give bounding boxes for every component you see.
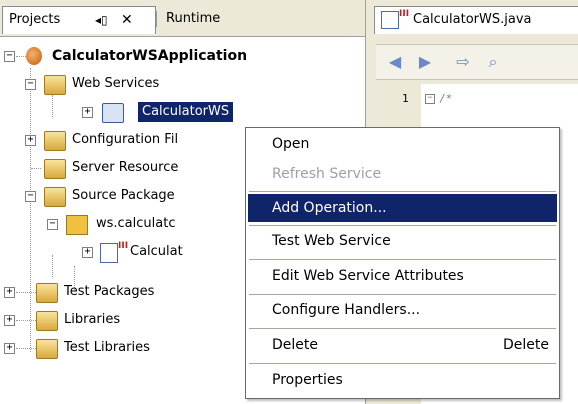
tree-line xyxy=(16,320,36,321)
tree-node-libraries[interactable]: + Libraries xyxy=(0,308,245,332)
menu-item-delete[interactable]: Delete Delete xyxy=(248,331,557,359)
tree-node-calculatorws[interactable]: + CalculatorWS xyxy=(0,100,360,124)
tree-line xyxy=(16,56,26,57)
close-icon[interactable]: ✕ xyxy=(121,7,133,33)
web-services-folder-icon xyxy=(44,75,66,95)
tree-node-web-services[interactable]: − Web Services xyxy=(0,72,360,96)
menu-item-refresh-service: Refresh Service xyxy=(248,160,557,188)
menu-item-label: Delete xyxy=(272,337,318,353)
tree-node-label: Test Packages xyxy=(64,284,155,299)
tree-node-label: Server Resource xyxy=(72,160,179,175)
tree-node-label: Test Libraries xyxy=(64,340,150,355)
forward-icon[interactable]: ▶ xyxy=(414,51,436,73)
tab-editor-file[interactable]: III CalculatorWS.java xyxy=(374,6,578,34)
menu-item-shortcut: Delete xyxy=(503,337,549,353)
tree-line xyxy=(16,348,36,349)
tree-node-label: Web Services xyxy=(72,76,160,91)
editor-tab-label: CalculatorWS.java xyxy=(413,12,532,27)
tree-line xyxy=(31,168,41,169)
package-icon xyxy=(66,215,88,235)
menu-item-open[interactable]: Open xyxy=(248,130,557,158)
line-number: 1 xyxy=(402,92,409,105)
menu-item-test-web-service[interactable]: Test Web Service xyxy=(248,227,557,255)
menu-item-properties[interactable]: Properties xyxy=(248,366,557,394)
menu-item-configure-handlers[interactable]: Configure Handlers... xyxy=(248,296,557,324)
menu-item-label: Configure Handlers... xyxy=(272,302,421,318)
editor-toolbar: ◀ ▶ ⇨ ⌕ xyxy=(376,44,578,80)
tab-projects-label: Projects xyxy=(9,12,61,27)
tree-node-label: Libraries xyxy=(64,312,121,327)
test-folder-icon xyxy=(36,283,58,303)
fold-icon[interactable]: − xyxy=(425,94,435,104)
java-class-icon xyxy=(381,11,399,29)
tree-node-label: Configuration Fil xyxy=(72,132,179,147)
menu-item-label: Edit Web Service Attributes xyxy=(272,268,464,284)
back-icon[interactable]: ◀ xyxy=(384,51,406,73)
menu-item-label: Test Web Service xyxy=(272,233,391,249)
menu-item-add-operation[interactable]: Add Operation... xyxy=(248,194,557,222)
tab-runtime-label: Runtime xyxy=(166,11,221,26)
menu-item-label: Add Operation... xyxy=(272,200,387,216)
expand-icon[interactable]: + xyxy=(4,343,15,354)
tab-runtime[interactable]: Runtime xyxy=(156,6,268,34)
tree-node-test-libraries[interactable]: + Test Libraries xyxy=(0,336,245,360)
panel-tab-bar: Projects ◂▯ ✕ Runtime xyxy=(0,0,365,37)
tree-node-class-file[interactable]: + III Calculat xyxy=(0,240,245,264)
collapse-icon[interactable]: − xyxy=(4,51,15,62)
libraries-folder-icon xyxy=(36,311,58,331)
java-badge-icon: III xyxy=(399,9,410,19)
tree-node-root[interactable]: − CalculatorWSApplication xyxy=(0,44,360,68)
menu-separator xyxy=(249,191,556,192)
code-line: /* xyxy=(439,92,453,105)
expand-icon[interactable]: + xyxy=(4,315,15,326)
menu-item-edit-attributes[interactable]: Edit Web Service Attributes xyxy=(248,262,557,290)
source-folder-icon xyxy=(44,187,66,207)
collapse-icon[interactable]: − xyxy=(25,79,36,90)
tree-node-label: Source Package xyxy=(72,188,175,203)
collapse-icon[interactable]: − xyxy=(47,219,58,230)
project-icon xyxy=(26,47,42,65)
restore-window-icon[interactable]: ◂▯ xyxy=(95,7,108,33)
expand-icon[interactable]: + xyxy=(4,287,15,298)
context-menu: Open Refresh Service Add Operation... Te… xyxy=(245,127,560,399)
java-badge-icon: III xyxy=(118,241,129,251)
tree-node-label: ws.calculatc xyxy=(96,216,176,231)
test-libraries-folder-icon xyxy=(36,339,58,359)
find-icon[interactable]: ⌕ xyxy=(482,51,504,73)
menu-separator xyxy=(249,259,556,260)
goto-source-icon[interactable]: ⇨ xyxy=(452,51,474,73)
java-class-icon xyxy=(100,243,118,263)
tree-node-label: CalculatorWSApplication xyxy=(52,48,248,64)
server-folder-icon xyxy=(44,159,66,179)
expand-icon[interactable]: + xyxy=(25,135,36,146)
tree-node-configuration-files[interactable]: + Configuration Fil xyxy=(0,128,245,152)
menu-separator xyxy=(249,225,556,226)
menu-item-label: Open xyxy=(272,136,310,152)
tree-node-label: Calculat xyxy=(130,244,183,259)
menu-separator xyxy=(249,328,556,329)
menu-separator xyxy=(249,294,556,295)
menu-item-label: Refresh Service xyxy=(272,166,382,182)
tree-node-source-packages[interactable]: − Source Package xyxy=(0,184,245,208)
collapse-icon[interactable]: − xyxy=(25,191,36,202)
tree-node-package[interactable]: − ws.calculatc xyxy=(0,212,245,236)
tree-node-test-packages[interactable]: + Test Packages xyxy=(0,280,245,304)
menu-separator xyxy=(249,363,556,364)
expand-icon[interactable]: + xyxy=(82,107,93,118)
menu-item-label: Properties xyxy=(272,372,343,388)
tab-projects[interactable]: Projects ◂▯ ✕ xyxy=(2,6,156,34)
tree-node-server-resources[interactable]: Server Resource xyxy=(0,156,245,180)
expand-icon[interactable]: + xyxy=(82,247,93,258)
tree-node-label: CalculatorWS xyxy=(138,102,234,122)
tree-line xyxy=(16,292,36,293)
tab-divider xyxy=(156,11,157,27)
config-folder-icon xyxy=(44,131,66,151)
web-service-icon xyxy=(102,103,124,123)
